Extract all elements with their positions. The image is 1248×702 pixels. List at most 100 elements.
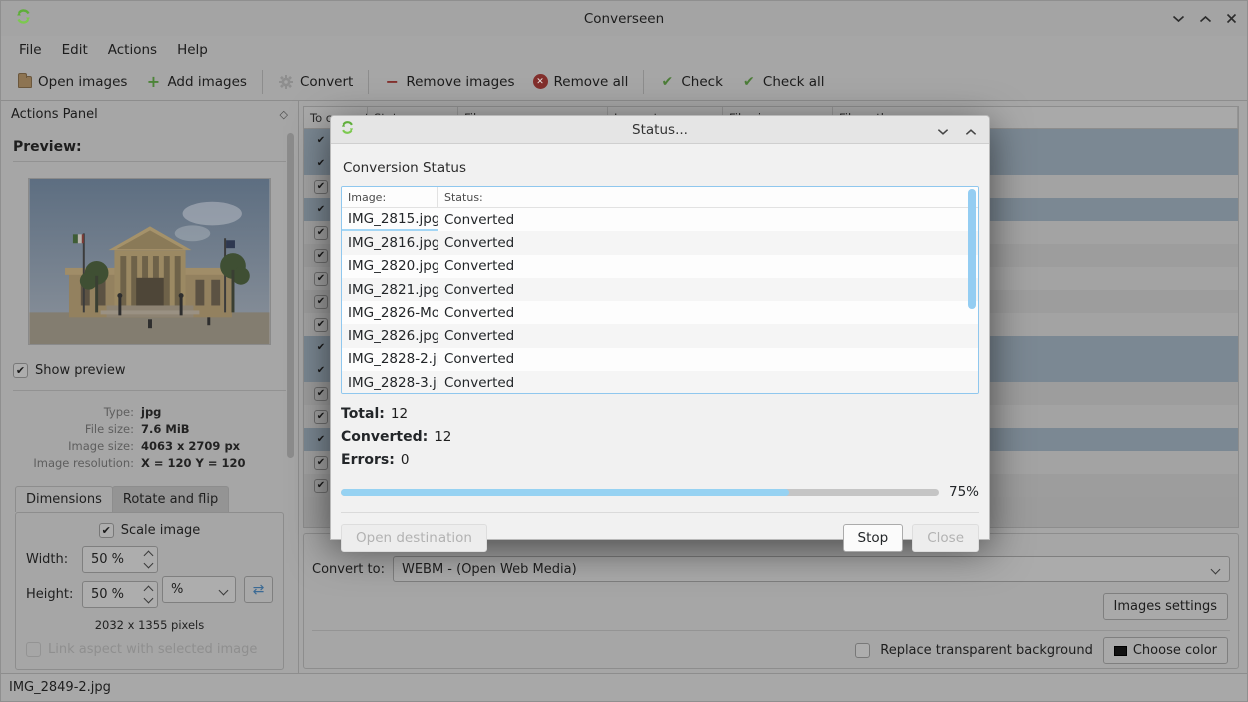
reset-dimensions-button[interactable]: ⇄	[244, 576, 273, 603]
show-preview-checkbox[interactable]	[13, 363, 28, 378]
status-row-status: Converted	[438, 375, 978, 391]
row-convert-checkbox[interactable]	[314, 410, 328, 424]
status-table-row[interactable]: IMG_2821.jpgConverted	[342, 278, 978, 301]
status-table-row[interactable]: IMG_2828-2.jpgConverted	[342, 348, 978, 371]
scale-image-checkbox[interactable]	[99, 523, 114, 538]
actions-panel-title: Actions Panel	[11, 107, 98, 122]
status-table-header: Image: Status:	[342, 187, 978, 208]
choose-color-button[interactable]: Choose color	[1103, 637, 1228, 664]
info-label: Image resolution:	[13, 456, 141, 470]
close-button: Close	[912, 524, 979, 552]
dialog-table-scrollbar[interactable]	[968, 189, 976, 309]
status-row-status: Converted	[438, 351, 978, 367]
toolbar: Open images+Add images Convert −Remove ima…	[1, 63, 1247, 101]
maximize-icon[interactable]	[1199, 15, 1212, 23]
toolbar-convert[interactable]: Convert	[269, 68, 362, 96]
format-dropdown[interactable]: WEBM - (Open Web Media)	[393, 556, 1230, 582]
menu-help[interactable]: Help	[167, 38, 218, 62]
preview-label: Preview:	[13, 139, 286, 155]
info-row: Image size:4063 x 2709 px	[13, 439, 286, 453]
status-table-row[interactable]: IMG_2820.jpgConverted	[342, 255, 978, 278]
info-row: File size:7.6 MiB	[13, 422, 286, 436]
width-label: Width:	[26, 552, 74, 567]
row-convert-checkbox[interactable]	[314, 295, 328, 309]
info-row: Image resolution:X = 120 Y = 120	[13, 456, 286, 470]
spin-down-icon[interactable]	[144, 559, 154, 569]
row-convert-checkbox[interactable]	[314, 318, 328, 332]
status-table-row[interactable]: IMG_2826-Mo...Converted	[342, 301, 978, 324]
row-convert-checkbox[interactable]	[314, 364, 328, 378]
progress-fill	[341, 489, 789, 496]
dialog-titlebar: Status...	[331, 116, 989, 144]
menu-file[interactable]: File	[9, 38, 52, 62]
column-image[interactable]: Image:	[342, 187, 438, 207]
unit-dropdown[interactable]: %	[162, 576, 236, 603]
format-value: WEBM - (Open Web Media)	[402, 562, 577, 577]
status-table-row[interactable]: IMG_2816.jpgConverted	[342, 231, 978, 254]
toolbar-remove-images[interactable]: −Remove images	[375, 68, 523, 96]
height-spinbox[interactable]: 50 %	[82, 581, 158, 608]
row-convert-checkbox[interactable]	[314, 272, 328, 286]
row-convert-checkbox[interactable]	[314, 203, 328, 217]
status-table-row[interactable]: IMG_2815.jpgConverted	[342, 208, 978, 231]
tab-dimensions[interactable]: Dimensions	[15, 486, 113, 512]
info-label: Type:	[13, 405, 141, 419]
row-convert-checkbox[interactable]	[314, 157, 328, 171]
row-convert-checkbox[interactable]	[314, 387, 328, 401]
remove-images-icon: −	[384, 74, 400, 90]
row-convert-checkbox[interactable]	[314, 456, 328, 470]
minimize-icon[interactable]	[1172, 15, 1185, 23]
actions-panel: Actions Panel ◇ Preview:	[1, 101, 299, 673]
info-value: 4063 x 2709 px	[141, 439, 240, 453]
dimension-tabs: DimensionsRotate and flip	[13, 486, 286, 512]
row-convert-checkbox[interactable]	[314, 226, 328, 240]
row-convert-checkbox[interactable]	[314, 433, 328, 447]
toolbar-check-all[interactable]: ✔Check all	[732, 68, 834, 96]
totals-value: 0	[401, 452, 410, 468]
spin-down-icon[interactable]	[144, 594, 154, 604]
toolbar-add-images[interactable]: +Add images	[136, 68, 256, 96]
status-table-row[interactable]: IMG_2826.jpgConverted	[342, 324, 978, 347]
scale-image-label: Scale image	[121, 523, 201, 538]
toolbar-check[interactable]: ✔Check	[650, 68, 732, 96]
close-icon[interactable]	[1226, 13, 1237, 24]
panel-scrollbar[interactable]	[287, 133, 294, 458]
toolbar-label: Check all	[763, 74, 825, 90]
row-convert-checkbox[interactable]	[314, 479, 328, 493]
link-aspect-label: Link aspect with selected image	[48, 642, 257, 657]
totals-row: Converted:12	[341, 429, 979, 445]
status-row-image: IMG_2820.jpg	[342, 255, 438, 278]
convert-to-label: Convert to:	[312, 562, 385, 577]
width-spinbox[interactable]: 50 %	[82, 546, 158, 573]
panel-float-icon[interactable]: ◇	[280, 108, 288, 121]
menu-bar: FileEditActionsHelp	[1, 36, 1247, 63]
toolbar-label: Check	[681, 74, 723, 90]
row-convert-checkbox[interactable]	[314, 180, 328, 194]
dialog-minimize-icon[interactable]	[937, 121, 949, 140]
convert-gear-icon	[278, 74, 294, 90]
color-swatch	[1114, 646, 1127, 656]
stop-button[interactable]: Stop	[843, 524, 904, 552]
toolbar-remove-all[interactable]: ✕Remove all	[524, 68, 638, 96]
row-convert-checkbox[interactable]	[314, 249, 328, 263]
conversion-formats-group: Conversion Formats Convert to: WEBM - (O…	[303, 533, 1239, 669]
totals-label: Total:	[341, 406, 385, 422]
status-row-image: IMG_2826.jpg	[342, 324, 438, 347]
status-row-image: IMG_2815.jpg	[342, 208, 438, 231]
images-settings-button[interactable]: Images settings	[1103, 593, 1228, 620]
dialog-maximize-icon[interactable]	[965, 121, 977, 140]
toolbar-open-images[interactable]: Open images	[9, 68, 136, 96]
column-status[interactable]: Status:	[438, 187, 978, 207]
status-table-row[interactable]: IMG_2828-3.jpgConverted	[342, 371, 978, 394]
menu-actions[interactable]: Actions	[98, 38, 167, 62]
status-row-image: IMG_2828-3.jpg	[342, 371, 438, 394]
progress-bar	[341, 489, 939, 496]
tab-rotate-and-flip[interactable]: Rotate and flip	[112, 486, 229, 512]
status-row-image: IMG_2821.jpg	[342, 278, 438, 301]
row-convert-checkbox[interactable]	[314, 134, 328, 148]
replace-background-checkbox[interactable]	[855, 643, 870, 658]
status-row-image: IMG_2816.jpg	[342, 231, 438, 254]
menu-edit[interactable]: Edit	[52, 38, 98, 62]
info-value: 7.6 MiB	[141, 422, 190, 436]
row-convert-checkbox[interactable]	[314, 341, 328, 355]
